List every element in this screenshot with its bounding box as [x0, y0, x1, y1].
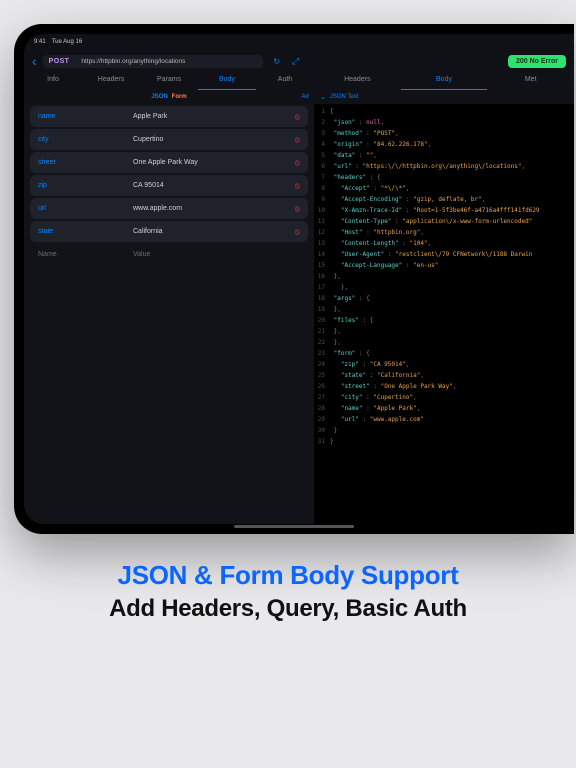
status-date: Tue Aug 16 [52, 39, 82, 45]
form-key[interactable]: zip [38, 182, 133, 189]
form-row: name Apple Park ⦸ [30, 106, 308, 127]
expand-icon[interactable]: ⤢ [292, 56, 299, 67]
delete-icon[interactable]: ⦸ [295, 158, 300, 168]
viewer-mode-label[interactable]: JSON Text [330, 94, 359, 100]
chevron-down-icon[interactable]: ⌄ [320, 93, 326, 101]
hero-title: JSON & Form Body Support [0, 560, 576, 591]
tab-headers[interactable]: Headers [82, 72, 140, 90]
request-tabs: Info Headers Params Body Auth [24, 72, 314, 90]
form-row: zip CA 95014 ⦸ [30, 175, 308, 196]
tablet-frame: 9:41 Tue Aug 16 ‹ POST https://httpbin.o… [14, 24, 574, 534]
form-row: url www.apple.com ⦸ [30, 198, 308, 219]
status-time: 9:41 [34, 39, 46, 45]
tab-body[interactable]: Body [198, 72, 256, 90]
form-key[interactable]: state [38, 228, 133, 235]
tab-res-headers[interactable]: Headers [314, 72, 401, 90]
form-key[interactable]: city [38, 136, 133, 143]
tab-res-metrics[interactable]: Met [487, 72, 574, 90]
form-value[interactable]: Apple Park [133, 113, 295, 120]
status-badge: 200 No Error [508, 55, 566, 68]
tab-info[interactable]: Info [24, 72, 82, 90]
delete-icon[interactable]: ⦸ [295, 181, 300, 191]
sub-toolbar: JSON Form Ad ⌄ JSON Text [24, 90, 574, 104]
form-key-placeholder[interactable]: Name [38, 251, 133, 258]
nav-row: ‹ POST https://httpbin.org/anything/loca… [24, 50, 574, 72]
form-value[interactable]: One Apple Park Way [133, 159, 295, 166]
split-panes: name Apple Park ⦸ city Cupertino ⦸ stree… [24, 104, 574, 524]
refresh-icon[interactable]: ↻ [273, 57, 280, 66]
form-row: street One Apple Park Way ⦸ [30, 152, 308, 173]
http-method-badge[interactable]: POST [43, 55, 76, 68]
form-pane: name Apple Park ⦸ city Cupertino ⦸ stree… [24, 104, 314, 524]
form-key[interactable]: street [38, 159, 133, 166]
response-tabs: Headers Body Met [314, 72, 574, 90]
delete-icon[interactable]: ⦸ [295, 135, 300, 145]
form-key[interactable]: name [38, 113, 133, 120]
form-value[interactable]: www.apple.com [133, 205, 295, 212]
app-screen: 9:41 Tue Aug 16 ‹ POST https://httpbin.o… [24, 34, 574, 524]
tab-res-body[interactable]: Body [401, 72, 488, 90]
hero-subtitle: Add Headers, Query, Basic Auth [0, 595, 576, 623]
body-mode-json[interactable]: JSON [151, 94, 167, 100]
delete-icon[interactable]: ⦸ [295, 204, 300, 214]
form-value[interactable]: CA 95014 [133, 182, 295, 189]
url-field[interactable]: https://httpbin.org/anything/locations [75, 55, 263, 68]
form-row: state California ⦸ [30, 221, 308, 242]
json-viewer[interactable]: 1234567891011121314151617181920212223242… [314, 104, 574, 524]
tab-auth[interactable]: Auth [256, 72, 314, 90]
body-mode-form[interactable]: Form [172, 94, 187, 100]
form-key[interactable]: url [38, 205, 133, 212]
marketing-copy: JSON & Form Body Support Add Headers, Qu… [0, 560, 576, 623]
delete-icon[interactable]: ⦸ [295, 227, 300, 237]
delete-icon[interactable]: ⦸ [295, 112, 300, 122]
form-row: city Cupertino ⦸ [30, 129, 308, 150]
form-row-new[interactable]: Name Value [30, 244, 308, 264]
form-value-placeholder[interactable]: Value [133, 251, 150, 258]
back-button[interactable]: ‹ [32, 53, 37, 69]
status-bar: 9:41 Tue Aug 16 [24, 34, 574, 50]
tab-params[interactable]: Params [140, 72, 198, 90]
form-value[interactable]: Cupertino [133, 136, 295, 143]
line-numbers: 1234567891011121314151617181920212223242… [314, 106, 328, 524]
add-row-button[interactable]: Ad [301, 94, 308, 100]
form-value[interactable]: California [133, 228, 295, 235]
json-code: { "json" : null, "method" : "POST", "ori… [330, 106, 574, 447]
tab-bar: Info Headers Params Body Auth Headers Bo… [24, 72, 574, 90]
